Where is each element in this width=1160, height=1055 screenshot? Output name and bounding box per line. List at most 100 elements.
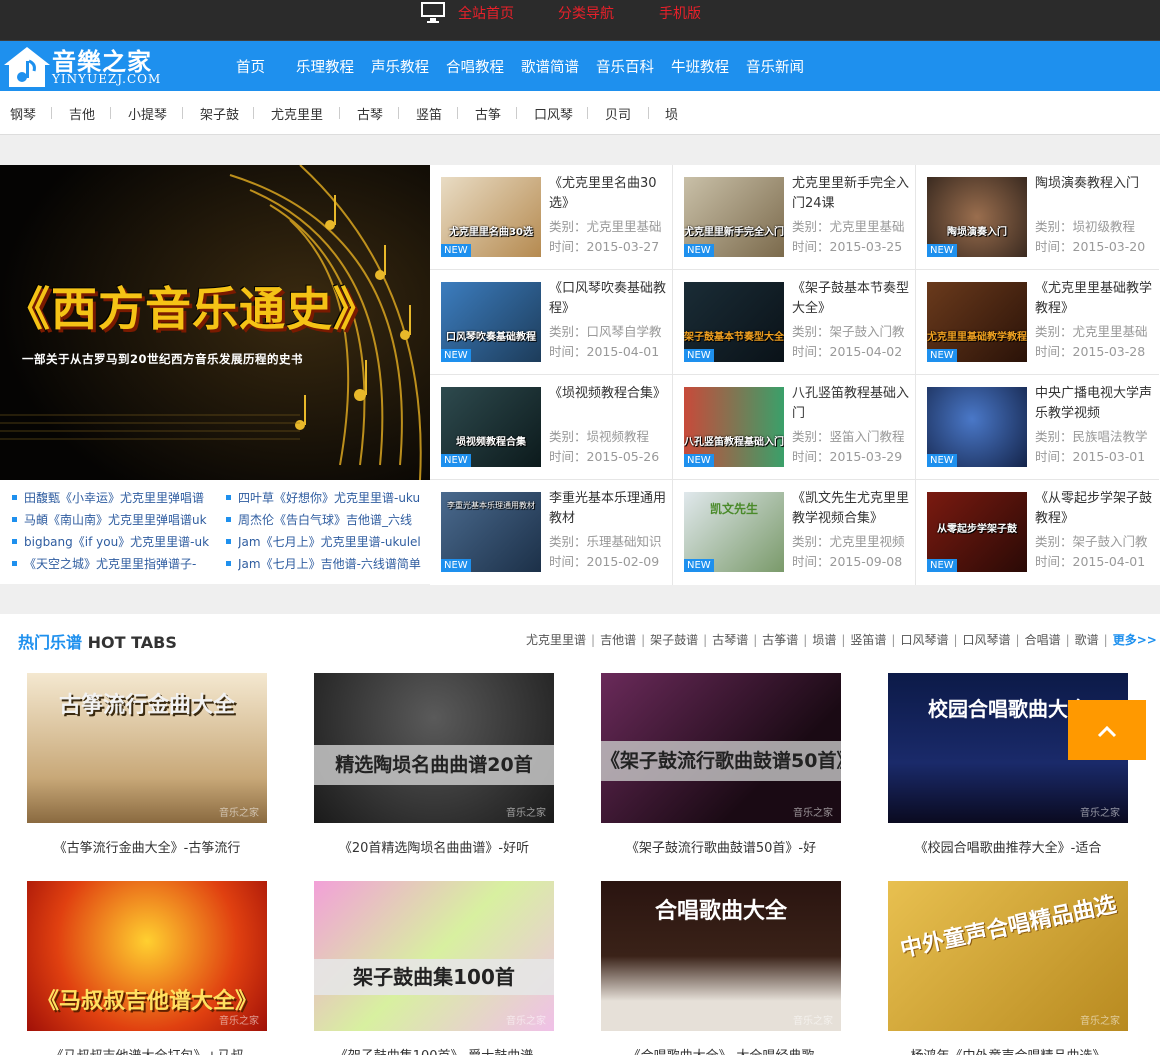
site-logo[interactable]: 音樂之家 YINYUEZJ.COM: [0, 41, 180, 91]
news-link[interactable]: 四叶草《好想你》尤克里里谱-uku: [238, 489, 424, 506]
card-title[interactable]: 《从零起步学架子鼓教程》: [1035, 489, 1153, 529]
hot-tab-title[interactable]: 《架子鼓流行歌曲鼓谱50首》-好: [591, 837, 851, 856]
card-thumbnail[interactable]: 凯文先生 NEW: [684, 492, 784, 572]
course-card[interactable]: 陶埙演奏入门 NEW 陶埙演奏教程入门 类别：埙初级教程 时间：2015-03-…: [916, 165, 1159, 270]
hot-tab-image[interactable]: 精选陶埙名曲曲谱20首 音乐之家: [314, 673, 554, 823]
hot-tab-image[interactable]: 古筝流行金曲大全 音乐之家: [27, 673, 267, 823]
bullet-icon: [12, 539, 17, 544]
hot-tab-title[interactable]: 《马叔叔吉他谱大全打包》+马叔: [17, 1045, 277, 1055]
top-link-category-nav[interactable]: 分类导航: [558, 3, 614, 23]
nav-encyclopedia[interactable]: 音乐百科: [596, 56, 654, 77]
nav-home[interactable]: 首页: [236, 56, 265, 77]
course-card[interactable]: 八孔竖笛教程基础入门 NEW 八孔竖笛教程基础入门 类别：竖笛入门教程 时间：2…: [673, 375, 916, 480]
news-link[interactable]: Jam《七月上》吉他谱-六线谱简单: [238, 555, 424, 572]
top-link-mobile[interactable]: 手机版: [659, 3, 701, 23]
card-thumbnail[interactable]: 尤克里里基础教学教程 NEW: [927, 282, 1027, 362]
course-card[interactable]: 尤克里里基础教学教程 NEW 《尤克里里基础教学教程》 类别：尤克里里基础 时间…: [916, 270, 1159, 375]
instrument-link[interactable]: 尤克里里: [271, 104, 323, 123]
card-title[interactable]: 《架子鼓基本节奏型大全》: [792, 279, 910, 319]
card-title[interactable]: 《尤克里里基础教学教程》: [1035, 279, 1153, 319]
tag-link[interactable]: 口风琴谱: [900, 633, 948, 647]
hot-tab-title[interactable]: 《校园合唱歌曲推荐大全》-适合: [878, 837, 1138, 856]
course-card[interactable]: 从零起步学架子鼓 NEW 《从零起步学架子鼓教程》 类别：架子鼓入门教 时间：2…: [916, 480, 1159, 585]
hot-tab-image[interactable]: 《架子鼓流行歌曲鼓谱50首》 音乐之家: [601, 673, 841, 823]
course-card[interactable]: 尤克里里名曲30选 NEW 《尤克里里名曲30选》 类别：尤克里里基础 时间：2…: [430, 165, 673, 270]
card-title[interactable]: 《口风琴吹奏基础教程》: [549, 279, 667, 319]
hot-tab-title[interactable]: 《合唱歌曲大全》-大全唱经典歌: [591, 1045, 851, 1055]
card-title[interactable]: 《凯文先生尤克里里教学视频合集》: [792, 489, 910, 529]
hot-tab-image[interactable]: 中外童声合唱精品曲选 音乐之家: [888, 881, 1128, 1031]
instrument-link[interactable]: 口风琴: [534, 104, 573, 123]
hot-tab-image[interactable]: 架子鼓曲集100首 音乐之家: [314, 881, 554, 1031]
back-to-top-button[interactable]: [1068, 700, 1146, 760]
card-thumbnail[interactable]: 八孔竖笛教程基础入门 NEW: [684, 387, 784, 467]
card-thumbnail[interactable]: 口风琴吹奏基础教程 NEW: [441, 282, 541, 362]
tag-link[interactable]: 古琴谱: [712, 633, 748, 647]
more-link[interactable]: 更多>>: [1113, 633, 1157, 647]
tag-link[interactable]: 架子鼓谱: [650, 633, 698, 647]
instrument-link[interactable]: 古筝: [475, 104, 501, 123]
instrument-link[interactable]: 吉他: [69, 104, 95, 123]
course-card[interactable]: 凯文先生 NEW 《凯文先生尤克里里教学视频合集》 类别：尤克里里视频 时间：2…: [673, 480, 916, 585]
hot-tab-title[interactable]: 杨鸿年《中外童声合唱精品曲选》: [878, 1045, 1138, 1055]
hero-banner[interactable]: 《西方音乐通史》 一部关于从古罗马到20世纪西方音乐发展历程的史书: [0, 165, 430, 480]
card-thumbnail[interactable]: 尤克里里新手完全入门24课 NEW: [684, 177, 784, 257]
card-title[interactable]: 陶埙演奏教程入门: [1035, 174, 1153, 214]
tag-link[interactable]: 尤克里里谱: [526, 633, 586, 647]
news-link[interactable]: bigbang《if you》尤克里里谱-uk: [24, 533, 214, 550]
tag-link[interactable]: 歌谱: [1075, 633, 1099, 647]
tag-link[interactable]: 口风琴谱: [963, 633, 1011, 647]
new-badge: NEW: [684, 559, 714, 572]
card-title[interactable]: 尤克里里新手完全入门24课: [792, 174, 910, 214]
tag-link[interactable]: 吉他谱: [600, 633, 636, 647]
card-title[interactable]: 李重光基本乐理通用教材: [549, 489, 667, 529]
tag-link[interactable]: 竖笛谱: [850, 633, 886, 647]
news-link[interactable]: Jam《七月上》尤克里里谱-ukulel: [238, 533, 424, 550]
instrument-link[interactable]: 贝司: [605, 104, 631, 123]
card-thumbnail[interactable]: NEW: [927, 387, 1027, 467]
card-thumbnail[interactable]: 尤克里里名曲30选 NEW: [441, 177, 541, 257]
instrument-link[interactable]: 竖笛: [416, 104, 442, 123]
nav-niuban[interactable]: 牛班教程: [671, 56, 729, 77]
course-card[interactable]: 埙视频教程合集 NEW 《埙视频教程合集》 类别：埙视频教程 时间：2015-0…: [430, 375, 673, 480]
thumbnail-caption: 陶埙演奏入门: [947, 227, 1007, 238]
instrument-link[interactable]: 埙: [665, 104, 678, 123]
instrument-link[interactable]: 小提琴: [128, 104, 167, 123]
hot-tab-title[interactable]: 《古筝流行金曲大全》-古筝流行: [17, 837, 277, 856]
hot-tab-image[interactable]: 合唱歌曲大全 音乐之家: [601, 881, 841, 1031]
nav-scores[interactable]: 歌谱简谱: [521, 56, 579, 77]
card-title[interactable]: 《埙视频教程合集》: [549, 384, 667, 424]
nav-vocal[interactable]: 声乐教程: [371, 56, 429, 77]
course-card[interactable]: 尤克里里新手完全入门24课 NEW 尤克里里新手完全入门24课 类别：尤克里里基…: [673, 165, 916, 270]
card-thumbnail[interactable]: 埙视频教程合集 NEW: [441, 387, 541, 467]
instrument-link[interactable]: 钢琴: [10, 104, 36, 123]
card-thumbnail[interactable]: 陶埙演奏入门 NEW: [927, 177, 1027, 257]
hot-tab-image[interactable]: 《马叔叔吉他谱大全》 音乐之家: [27, 881, 267, 1031]
card-title[interactable]: 八孔竖笛教程基础入门: [792, 384, 910, 424]
course-card[interactable]: 架子鼓基本节奏型大全 NEW 《架子鼓基本节奏型大全》 类别：架子鼓入门教 时间…: [673, 270, 916, 375]
nav-chorus[interactable]: 合唱教程: [446, 56, 504, 77]
instrument-link[interactable]: 架子鼓: [200, 104, 239, 123]
news-link[interactable]: 马頔《南山南》尤克里里弹唱谱uk: [24, 511, 214, 528]
card-title[interactable]: 中央广播电视大学声乐教学视频: [1035, 384, 1153, 424]
nav-news[interactable]: 音乐新闻: [746, 56, 804, 77]
nav-music-theory[interactable]: 乐理教程: [296, 56, 354, 77]
course-card[interactable]: 口风琴吹奏基础教程 NEW 《口风琴吹奏基础教程》 类别：口风琴自学教 时间：2…: [430, 270, 673, 375]
news-link[interactable]: 周杰伦《告白气球》吉他谱_六线: [238, 511, 424, 528]
hot-tab-title[interactable]: 《20首精选陶埙名曲曲谱》-好听: [304, 837, 564, 856]
instrument-link[interactable]: 古琴: [357, 104, 383, 123]
top-link-home[interactable]: 全站首页: [458, 3, 514, 23]
card-thumbnail[interactable]: 从零起步学架子鼓 NEW: [927, 492, 1027, 572]
bullet-icon: [12, 495, 17, 500]
course-card[interactable]: NEW 中央广播电视大学声乐教学视频 类别：民族唱法教学 时间：2015-03-…: [916, 375, 1159, 480]
news-link[interactable]: 《天空之城》尤克里里指弹谱子-: [24, 555, 214, 572]
tag-link[interactable]: 古筝谱: [762, 633, 798, 647]
hot-tab-title[interactable]: 《架子鼓曲集100首》-爵士鼓曲谱: [304, 1045, 564, 1055]
card-title[interactable]: 《尤克里里名曲30选》: [549, 174, 667, 214]
tag-link[interactable]: 合唱谱: [1025, 633, 1061, 647]
course-card[interactable]: 李重光基本乐理通用教材 NEW 李重光基本乐理通用教材 类别：乐理基础知识 时间…: [430, 480, 673, 585]
news-link[interactable]: 田馥甄《小幸运》尤克里里弹唱谱: [24, 489, 214, 506]
tag-link[interactable]: 埙谱: [812, 633, 836, 647]
card-thumbnail[interactable]: 李重光基本乐理通用教材 NEW: [441, 492, 541, 572]
card-thumbnail[interactable]: 架子鼓基本节奏型大全 NEW: [684, 282, 784, 362]
